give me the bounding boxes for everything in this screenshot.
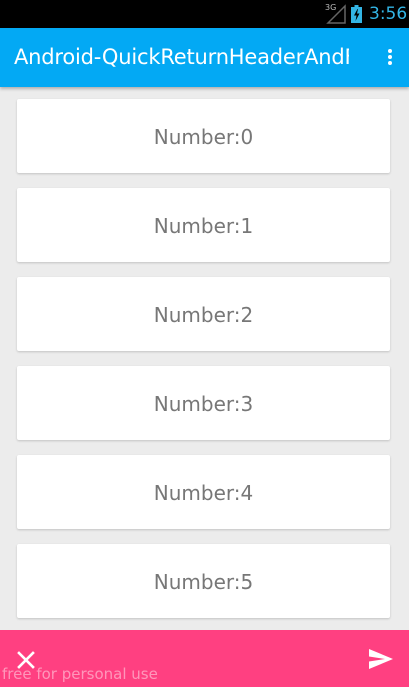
list-item[interactable]: Number:3 bbox=[17, 366, 390, 440]
overflow-dot bbox=[388, 55, 392, 59]
list-item-label: Number:2 bbox=[153, 303, 254, 327]
overflow-dot bbox=[388, 61, 392, 65]
list-item[interactable]: Number:0 bbox=[17, 99, 390, 173]
quick-return-footer: free for personal use bbox=[0, 630, 409, 687]
list-item-label: Number:1 bbox=[153, 214, 254, 238]
status-clock: 3:56 bbox=[369, 4, 408, 24]
action-bar: Android-QuickReturnHeaderAndF. bbox=[0, 28, 409, 87]
battery-icon bbox=[351, 5, 362, 23]
list-item-label: Number:3 bbox=[153, 392, 254, 416]
overflow-dot bbox=[388, 49, 392, 53]
watermark-text: free for personal use bbox=[2, 665, 158, 683]
status-bar: 3G 3:56 bbox=[0, 0, 409, 28]
signal-icon bbox=[326, 4, 346, 24]
list-item[interactable]: Number:2 bbox=[17, 277, 390, 351]
number-list[interactable]: Number:0 Number:1 Number:2 Number:3 Numb… bbox=[0, 87, 409, 630]
list-item[interactable]: Number:5 bbox=[17, 544, 390, 618]
send-icon[interactable] bbox=[368, 648, 394, 670]
list-item-label: Number:5 bbox=[153, 570, 254, 594]
overflow-menu-icon[interactable] bbox=[383, 46, 399, 68]
list-item[interactable]: Number:4 bbox=[17, 455, 390, 529]
app-title: Android-QuickReturnHeaderAndF. bbox=[14, 45, 349, 69]
list-item[interactable]: Number:1 bbox=[17, 188, 390, 262]
list-item-label: Number:4 bbox=[153, 481, 254, 505]
list-item-label: Number:0 bbox=[153, 125, 254, 149]
